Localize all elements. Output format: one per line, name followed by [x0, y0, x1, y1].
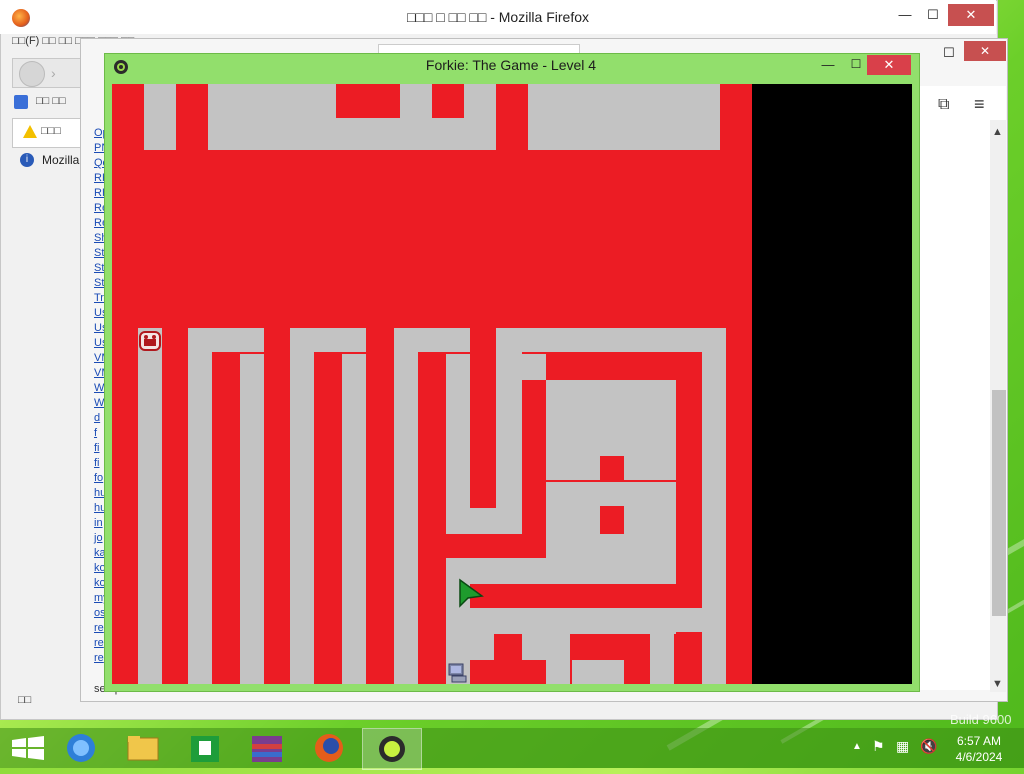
enemy-sprite-icon	[138, 330, 162, 352]
maze-path	[546, 482, 676, 506]
maze-path	[208, 84, 336, 150]
firefox-close-button[interactable]: ✕	[948, 4, 994, 26]
maze-path	[546, 506, 600, 534]
maze-path	[572, 660, 624, 684]
extensions-icon[interactable]: ⧉	[938, 96, 949, 114]
maze-path	[546, 380, 676, 456]
file-explorer-icon[interactable]	[114, 728, 172, 768]
forkie-game-taskbar-icon[interactable]	[362, 728, 422, 770]
game-close-button[interactable]: ✕	[867, 55, 911, 75]
action-center-flag-icon[interactable]: ⚑	[872, 738, 885, 755]
forward-button[interactable]: ›	[51, 65, 56, 81]
maze-path	[546, 456, 600, 480]
maze-path	[394, 328, 418, 684]
maze-path	[650, 634, 674, 684]
maze-path	[290, 328, 314, 684]
firefox-maximize-button[interactable]: ☐	[916, 4, 950, 26]
internet-explorer-icon[interactable]	[52, 728, 110, 768]
game-window-title: Forkie: The Game - Level 4	[425, 57, 597, 73]
maze-path	[496, 328, 726, 352]
maze-path	[624, 456, 676, 480]
tab-label: □□□	[41, 125, 61, 137]
maze-path	[546, 534, 676, 558]
winrar-icon[interactable]	[238, 728, 296, 768]
clock-date: 4/6/2024	[955, 750, 1003, 764]
maze-path	[522, 634, 546, 660]
network-icon[interactable]: ▦	[896, 738, 909, 755]
maze-area[interactable]	[112, 84, 912, 684]
clock-time: 6:57 AM	[956, 734, 1002, 748]
maze-path	[290, 328, 366, 352]
maze-path	[470, 634, 494, 660]
maze-path	[546, 634, 570, 684]
maze-path	[702, 328, 726, 684]
maze-path	[188, 328, 212, 684]
tab-warning[interactable]: □□□	[12, 118, 82, 148]
desktop-watermark: Build 9600	[950, 712, 1012, 727]
maze-path	[528, 84, 720, 150]
maze-path	[624, 506, 676, 534]
maze-path	[342, 354, 366, 684]
window2-maximize-button[interactable]: ☐	[932, 42, 966, 64]
volume-muted-icon[interactable]: 🔇	[920, 738, 937, 755]
maze-path	[240, 354, 264, 684]
search-icon[interactable]	[14, 95, 28, 109]
window2-close-button[interactable]: ✕	[964, 41, 1006, 61]
maze-path	[188, 328, 264, 352]
firefox-window-title: □□□ □ □□ □□ - Mozilla Firefox	[407, 9, 589, 25]
toolbar-label: □□ □□	[36, 95, 66, 107]
player-arrow-icon	[458, 578, 484, 608]
goal-computer-icon	[446, 660, 470, 684]
info-icon: i	[20, 153, 34, 167]
nav-buttons[interactable]: ›	[12, 58, 82, 88]
scroll-up-icon[interactable]: ▲	[992, 126, 1003, 138]
scroll-down-icon[interactable]: ▼	[992, 678, 1003, 690]
maze-path	[522, 354, 546, 380]
game-maximize-button[interactable]: ☐	[846, 55, 866, 75]
scrollbar-thumb[interactable]	[992, 390, 1006, 616]
maze-path	[496, 328, 522, 534]
menu-icon[interactable]: ≡	[974, 94, 985, 115]
maze-path	[138, 328, 162, 684]
start-button[interactable]	[0, 728, 58, 768]
maze-path	[446, 608, 676, 634]
maze-path	[394, 328, 470, 352]
maze-path	[446, 354, 470, 534]
side-label-mozilla: Mozilla	[42, 153, 80, 167]
store-icon[interactable]	[176, 728, 234, 768]
game-minimize-button[interactable]: —	[818, 55, 838, 75]
warning-icon	[23, 125, 37, 138]
maze-path	[144, 84, 176, 150]
clock[interactable]: 6:57 AM 4/6/2024	[944, 733, 1014, 765]
maze-path	[674, 608, 702, 632]
back-button[interactable]	[19, 61, 45, 87]
tray-expand-icon[interactable]: ▲	[852, 741, 862, 752]
status-icon: □□	[18, 694, 32, 706]
firefox-taskbar-icon[interactable]	[300, 728, 358, 768]
side-panel	[752, 84, 912, 684]
